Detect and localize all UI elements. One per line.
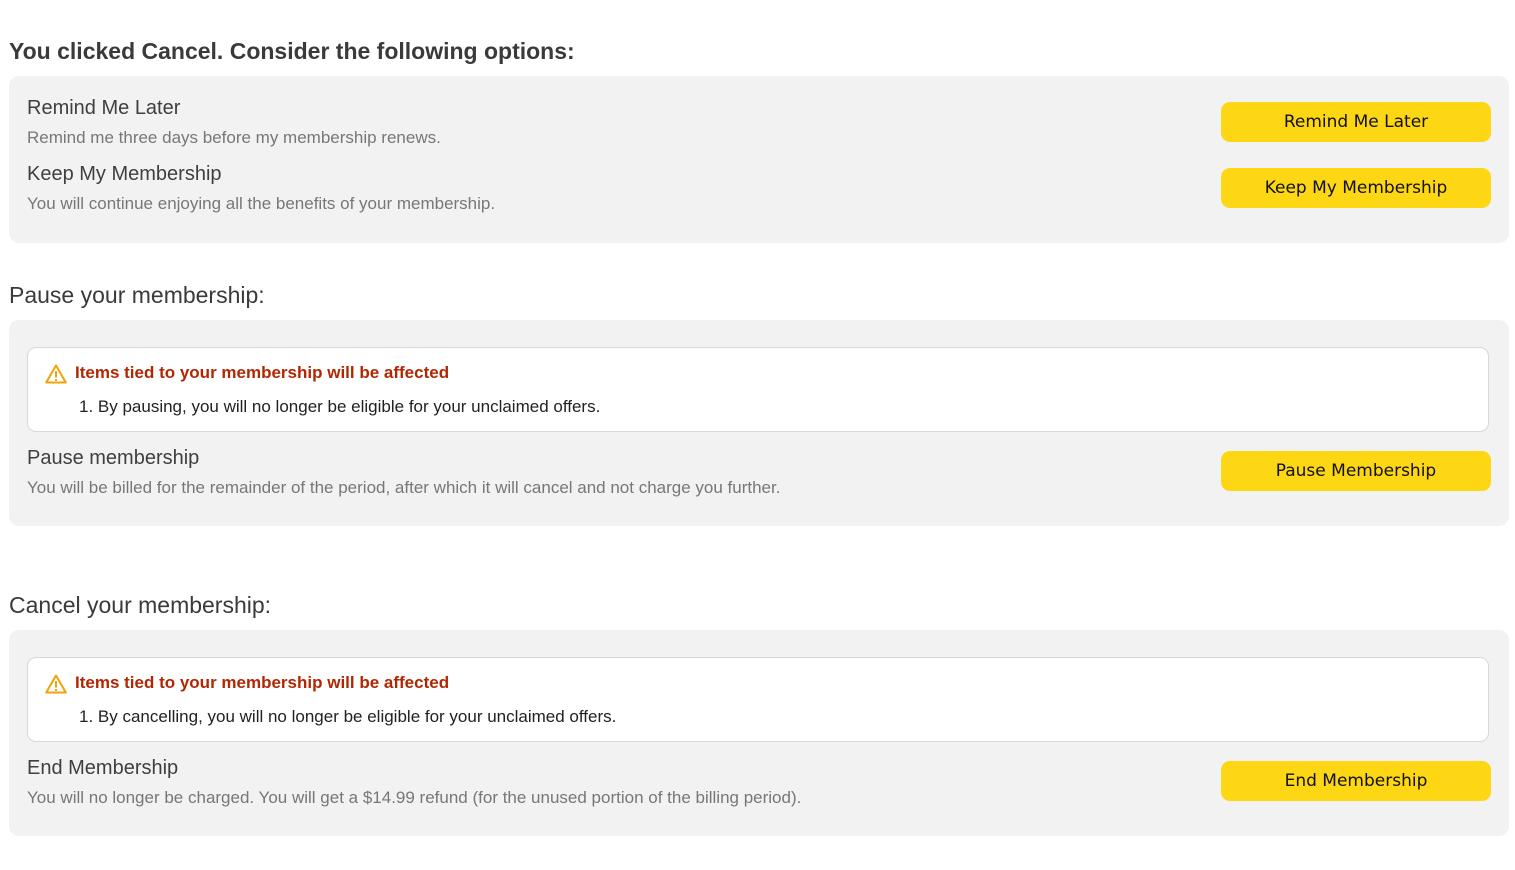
cancel-warning-list: 1. By cancelling, you will no longer be … (79, 706, 616, 728)
pause-warning-item: 1. By pausing, you will no longer be eli… (79, 397, 601, 416)
pause-warning-title: Items tied to your membership will be af… (75, 363, 450, 382)
cancel-section-heading: Cancel your membership: (9, 592, 272, 618)
warning-triangle-icon (45, 364, 67, 384)
keep-option-title: Keep My Membership (27, 163, 222, 185)
keep-option-description: You will continue enjoying all the benef… (27, 194, 496, 213)
page-title: You clicked Cancel. Consider the followi… (9, 38, 575, 64)
cancel-warning-title: Items tied to your membership will be af… (75, 673, 450, 692)
remind-option-description: Remind me three days before my membershi… (27, 128, 441, 147)
end-option-description: You will no longer be charged. You will … (27, 788, 802, 807)
cancel-warning-box: Items tied to your membership will be af… (27, 657, 1489, 742)
cancel-warning-item: 1. By cancelling, you will no longer be … (79, 707, 617, 726)
end-option-title: End Membership (27, 757, 179, 779)
cancel-panel: Items tied to your membership will be af… (9, 630, 1509, 836)
pause-option-description: You will be billed for the remainder of … (27, 478, 781, 497)
pause-warning-box: Items tied to your membership will be af… (27, 347, 1489, 432)
pause-membership-button[interactable]: Pause Membership (1221, 451, 1491, 491)
remind-me-later-button[interactable]: Remind Me Later (1221, 102, 1491, 142)
warning-triangle-icon (45, 674, 67, 694)
pause-panel: Items tied to your membership will be af… (9, 320, 1509, 526)
pause-section-heading: Pause your membership: (9, 282, 265, 308)
cancel-membership-page: You clicked Cancel. Consider the followi… (0, 0, 1515, 870)
keep-membership-button[interactable]: Keep My Membership (1221, 168, 1491, 208)
pause-warning-list: 1. By pausing, you will no longer be eli… (79, 396, 600, 418)
pause-option-title: Pause membership (27, 447, 200, 469)
end-membership-button[interactable]: End Membership (1221, 761, 1491, 801)
remind-option-title: Remind Me Later (27, 97, 181, 119)
options-panel: Remind Me Later Remind me three days bef… (9, 76, 1509, 243)
